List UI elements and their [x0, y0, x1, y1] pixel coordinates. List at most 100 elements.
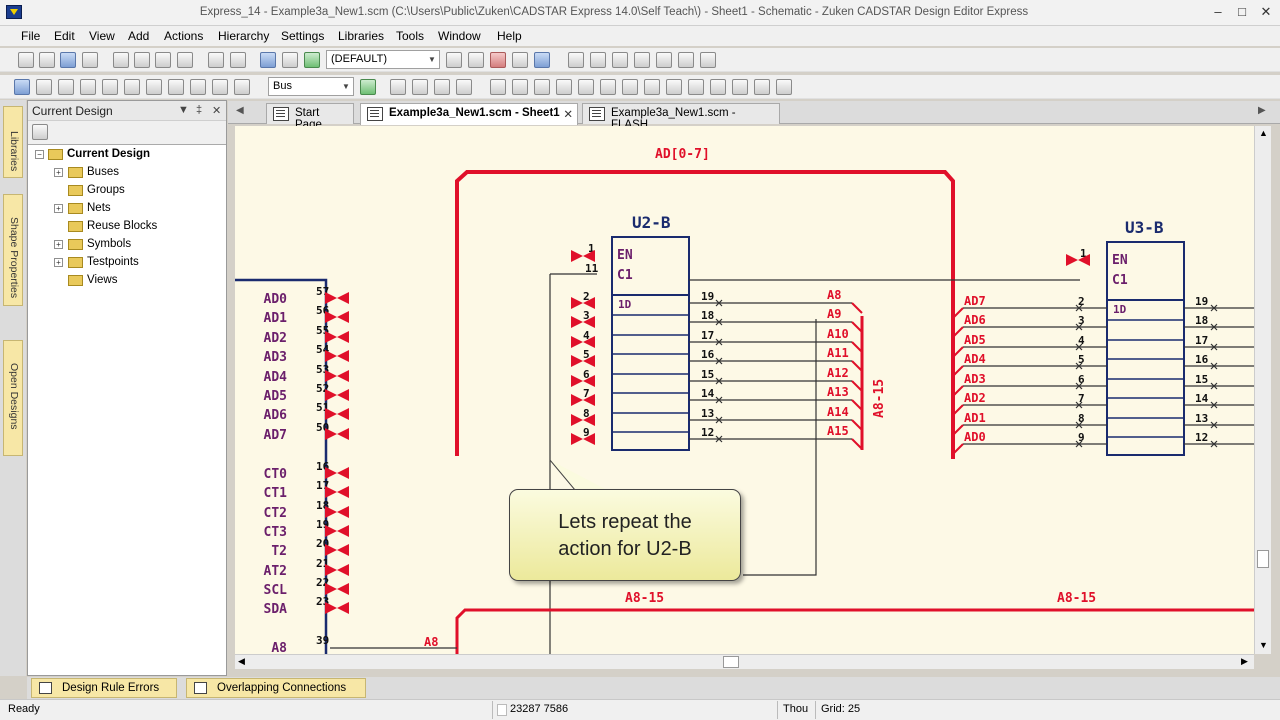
menu-view[interactable]: View [89, 29, 115, 43]
shape-properties-tab[interactable]: Shape Properties [3, 194, 23, 306]
tree-item-symbols[interactable]: Symbols [68, 235, 131, 253]
highlight-icon[interactable] [534, 52, 550, 68]
vertical-scroll-thumb[interactable] [1257, 550, 1269, 568]
save-icon[interactable] [60, 52, 76, 68]
hierarchy-icon[interactable] [754, 79, 770, 95]
menu-actions[interactable]: Actions [164, 29, 203, 43]
tab-start-page[interactable]: Start Page [266, 103, 354, 131]
new-file-icon[interactable] [18, 52, 34, 68]
open-designs-tab[interactable]: Open Designs [3, 340, 23, 456]
up-arrow-icon[interactable] [732, 79, 748, 95]
expand-icon[interactable]: + [54, 204, 63, 213]
scroll-down-icon[interactable]: ▼ [1259, 640, 1268, 650]
stretch-icon[interactable] [168, 79, 184, 95]
close-window-button[interactable]: ✕ [1254, 2, 1278, 22]
paste-icon[interactable] [155, 52, 171, 68]
redraw-icon[interactable] [612, 52, 628, 68]
connect-icon[interactable] [234, 79, 250, 95]
circle-icon[interactable] [412, 79, 428, 95]
tree-item-groups[interactable]: Groups [68, 181, 125, 199]
expand-icon[interactable]: + [54, 168, 63, 177]
note-icon[interactable] [534, 79, 550, 95]
text-icon[interactable] [490, 79, 506, 95]
tree-root[interactable]: Current Design [48, 145, 150, 163]
rectangle-icon[interactable] [390, 79, 406, 95]
item-type-combo[interactable]: Bus ▼ [268, 77, 354, 96]
symbol-icon[interactable] [446, 52, 462, 68]
expand-icon[interactable]: + [54, 258, 63, 267]
menu-tools[interactable]: Tools [396, 29, 424, 43]
horizontal-scrollbar[interactable]: ◀ ▶ [235, 654, 1254, 669]
u2-control-block[interactable] [611, 236, 690, 296]
panel-dropdown-icon[interactable]: ▼ [178, 104, 189, 116]
wire-callout-net[interactable] [743, 319, 817, 576]
menu-add[interactable]: Add [128, 29, 149, 43]
properties-icon[interactable] [32, 124, 48, 140]
print-icon[interactable] [82, 52, 98, 68]
menu-file[interactable]: File [21, 29, 40, 43]
undo-icon[interactable] [208, 52, 224, 68]
pin-icon[interactable]: ‡ [196, 104, 202, 116]
tab-close-icon[interactable]: ✕ [563, 107, 573, 121]
junction-icon[interactable] [688, 79, 704, 95]
figure-icon[interactable] [456, 79, 472, 95]
edit-icon[interactable] [666, 79, 682, 95]
check-icon[interactable] [490, 52, 506, 68]
block-icon[interactable] [776, 79, 792, 95]
redo-icon[interactable] [230, 52, 246, 68]
tree-item-nets[interactable]: Nets [68, 199, 111, 217]
move-icon[interactable] [80, 79, 96, 95]
u2-register-block[interactable] [611, 294, 690, 451]
scroll-left-icon[interactable]: ◀ [238, 656, 245, 667]
collapse-icon[interactable]: − [35, 150, 44, 159]
bus-a8-15-bottom[interactable] [455, 608, 1254, 654]
horizontal-scroll-thumb[interactable] [723, 656, 739, 668]
tree-item-views[interactable]: Views [68, 271, 117, 289]
add-pin-icon[interactable] [622, 79, 638, 95]
schematic-canvas[interactable]: AD[0-7] AD0 57 AD1 56 AD2 55 AD3 54 AD4 53 AD5 52 AD… [235, 126, 1254, 654]
maximize-button[interactable]: □ [1230, 2, 1254, 22]
polygon-icon[interactable] [434, 79, 450, 95]
zoom-in-icon[interactable] [656, 52, 672, 68]
table-icon[interactable] [282, 52, 298, 68]
label-icon[interactable] [512, 79, 528, 95]
zoom-out-icon[interactable] [678, 52, 694, 68]
down-arrow-icon[interactable] [710, 79, 726, 95]
zoom-window-icon[interactable] [634, 52, 650, 68]
tree-item-reuse-blocks[interactable]: Reuse Blocks [68, 217, 157, 235]
panel-close-icon[interactable]: ✕ [212, 104, 221, 117]
tab-overlapping-connections[interactable]: Overlapping Connections [186, 678, 366, 698]
tab-sheet1[interactable]: Example3a_New1.scm - Sheet1 ✕ [360, 103, 578, 125]
sheet-icon[interactable] [512, 52, 528, 68]
tab-flash[interactable]: Example3a_New1.scm - FLASH [582, 103, 780, 131]
u3-register-block[interactable] [1106, 299, 1185, 456]
scroll-up-icon[interactable]: ▲ [1259, 128, 1268, 138]
u2-en-arrow[interactable] [571, 250, 595, 262]
terminal-icon[interactable] [600, 79, 616, 95]
select-area-icon[interactable] [58, 79, 74, 95]
menu-help[interactable]: Help [497, 29, 522, 43]
scroll-right-icon[interactable]: ▶ [1241, 656, 1248, 667]
ground-icon[interactable] [578, 79, 594, 95]
attribute-icon[interactable] [556, 79, 572, 95]
copy-icon[interactable] [134, 52, 150, 68]
zoom-fit-icon[interactable] [568, 52, 584, 68]
rotate-icon[interactable] [124, 79, 140, 95]
lasso-icon[interactable] [36, 79, 52, 95]
menu-window[interactable]: Window [438, 29, 481, 43]
bus-tool-icon[interactable] [360, 79, 376, 95]
zoom-previous-icon[interactable] [700, 52, 716, 68]
select-arrow-icon[interactable] [14, 79, 30, 95]
style-combo[interactable]: (DEFAULT) ▼ [326, 50, 440, 69]
expand-icon[interactable]: + [54, 240, 63, 249]
bus-entry-icon[interactable] [644, 79, 660, 95]
tree-item-buses[interactable]: Buses [68, 163, 119, 181]
delete-icon[interactable] [177, 52, 193, 68]
u3-control-block[interactable] [1106, 241, 1185, 301]
minimize-button[interactable]: – [1206, 2, 1230, 22]
swap-icon[interactable] [190, 79, 206, 95]
tab-scroll-left-icon[interactable]: ◀ [236, 105, 244, 116]
tree-item-testpoints[interactable]: Testpoints [68, 253, 139, 271]
tab-scroll-right-icon[interactable]: ▶ [1258, 105, 1266, 116]
smiley-icon[interactable] [304, 52, 320, 68]
